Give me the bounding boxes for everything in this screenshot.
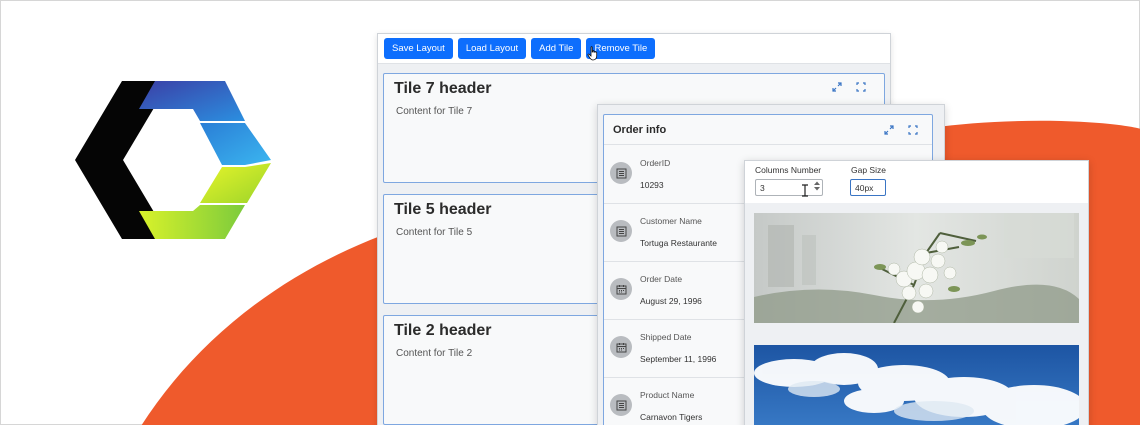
hand-cursor-icon: [587, 46, 598, 61]
tile-content: Content for Tile 2: [396, 348, 473, 359]
list-icon: [610, 220, 632, 242]
calendar-icon: [610, 336, 632, 358]
field-label: Customer Name: [640, 216, 702, 226]
field-value: September 11, 1996: [640, 354, 717, 364]
field-label: Shipped Date: [640, 332, 692, 342]
image-grid-panel: Columns Number Gap Size: [744, 160, 1089, 425]
field-value: August 29, 1996: [640, 296, 702, 306]
stepper-arrows-icon[interactable]: [813, 180, 821, 192]
load-layout-button[interactable]: Load Layout: [457, 38, 527, 59]
field-value: Tortuga Restaurante: [640, 238, 718, 248]
field-value: Carnavon Tigers: [640, 412, 703, 422]
sky-clouds-photo[interactable]: [754, 345, 1079, 425]
fullscreen-icon[interactable]: [856, 82, 866, 92]
calendar-icon: [610, 278, 632, 300]
order-info-actions: [884, 125, 918, 135]
text-cursor-icon: [802, 184, 808, 197]
tile-content: Content for Tile 7: [396, 106, 473, 117]
order-info-header: Order info: [604, 115, 932, 145]
order-info-title: Order info: [613, 124, 667, 136]
maximize-icon[interactable]: [884, 125, 894, 135]
maximize-icon[interactable]: [832, 82, 842, 92]
field-label: Product Name: [640, 390, 695, 400]
tile-header: Tile 2 header: [394, 322, 492, 339]
list-icon: [610, 162, 632, 184]
gap-size-input[interactable]: [850, 179, 886, 196]
product-logo: [75, 81, 271, 239]
columns-number-label: Columns Number: [755, 165, 822, 175]
list-icon: [610, 394, 632, 416]
field-label: OrderID: [640, 158, 671, 168]
tile-actions: [832, 82, 866, 92]
field-label: Order Date: [640, 274, 683, 284]
gap-size-label: Gap Size: [851, 165, 886, 175]
field-value: 10293: [640, 180, 664, 190]
add-tile-button[interactable]: Add Tile: [531, 38, 582, 59]
grid-controls: Columns Number Gap Size: [745, 161, 1088, 203]
tile-header: Tile 5 header: [394, 201, 492, 218]
tile-header: Tile 7 header: [394, 80, 492, 97]
save-layout-button[interactable]: Save Layout: [384, 38, 453, 59]
image-grid: [745, 203, 1088, 425]
toolbar: Save Layout Load Layout Add Tile Remove …: [378, 34, 890, 64]
tile-content: Content for Tile 5: [396, 227, 473, 238]
fullscreen-icon[interactable]: [908, 125, 918, 135]
blossom-photo[interactable]: [754, 213, 1079, 323]
